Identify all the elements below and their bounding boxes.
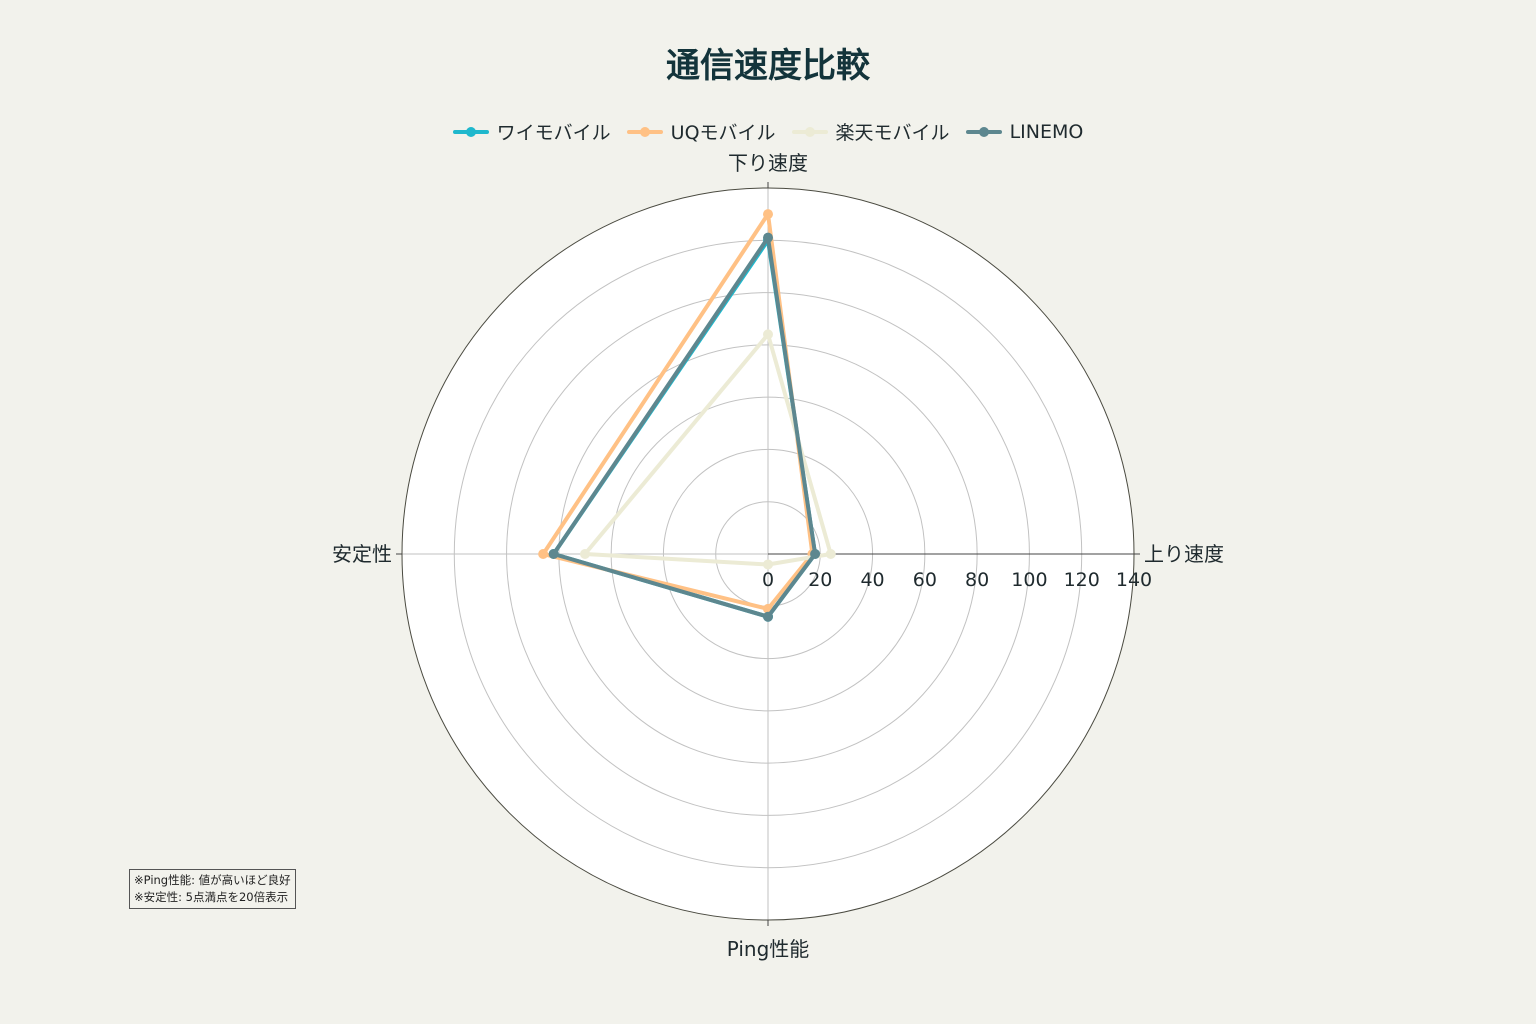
radial-tick-label: 60 [913,569,937,591]
series-point [825,549,836,559]
series-point [548,549,559,559]
radial-tick-label: 120 [1064,569,1100,591]
series-point [810,549,821,559]
series-point [763,329,773,340]
chart-annotation: ※Ping性能: 値が高いほど良好 ※安定性: 5点満点を20倍表示 [129,869,296,909]
radial-tick-label: 40 [860,569,884,591]
series-point [763,559,773,570]
axis-label: Ping性能 [727,937,810,961]
chart-area: 通信速度比較 ワイモバイル UQモバイル 楽天モバイル LINEMO 0 20 40 60 8… [0,0,1536,1024]
radial-tick-label: 20 [808,569,832,591]
series-point [538,549,549,559]
series-point [763,232,773,243]
radar-grid [396,182,1140,926]
series-point [580,549,590,559]
radial-tick-label: 80 [965,569,989,591]
radial-tick-label: 0 [762,569,774,591]
axis-label: 安定性 [332,542,392,566]
radial-tick-label: 140 [1116,569,1152,591]
annotation-line-stability: ※安定性: 5点満点を20倍表示 [134,890,289,904]
series-point [763,209,773,220]
annotation-line-ping: ※Ping性能: 値が高いほど良好 [134,873,291,887]
axis-label: 下り速度 [728,151,808,175]
series-point [763,611,773,622]
axis-label: 上り速度 [1144,542,1224,566]
radial-tick-label: 100 [1011,569,1047,591]
